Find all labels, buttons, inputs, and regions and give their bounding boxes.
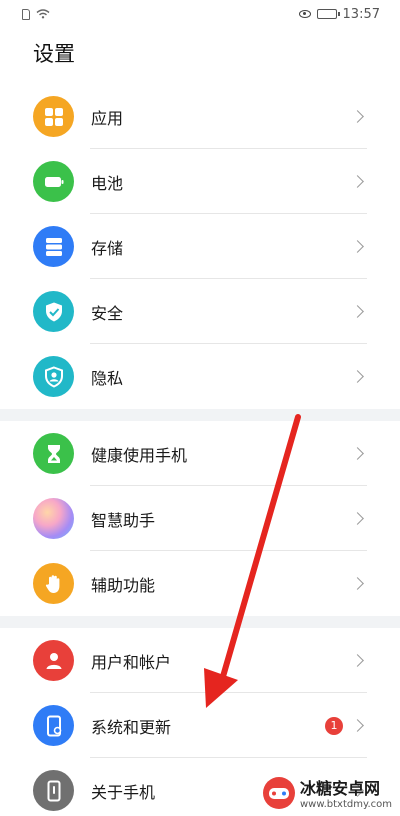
chevron-right-icon	[351, 512, 364, 525]
notification-badge: 1	[325, 716, 343, 735]
settings-item[interactable]: 隐私	[0, 344, 400, 409]
watermark-logo-icon	[262, 776, 295, 809]
battery-status-icon	[316, 9, 340, 19]
chevron-right-icon	[351, 240, 364, 253]
shield-check-icon	[33, 291, 74, 332]
chevron-right-icon	[351, 577, 364, 590]
status-time: 13:57	[342, 6, 380, 22]
assistant-orb-icon	[33, 498, 74, 539]
watermark: 冰糖安卓网 www.btxtdmy.com	[262, 775, 392, 810]
settings-item[interactable]: 系统和更新 1	[0, 693, 400, 758]
settings-item[interactable]: 电池	[0, 149, 400, 214]
privacy-icon	[33, 356, 74, 397]
status-bar: 13:57	[0, 0, 400, 28]
phone-info-icon	[33, 770, 74, 811]
chevron-right-icon	[351, 175, 364, 188]
watermark-brand: 冰糖安卓网	[299, 779, 380, 798]
settings-item-label: 健康使用手机	[91, 445, 188, 465]
settings-item[interactable]: 安全	[0, 279, 400, 344]
chevron-right-icon	[351, 110, 364, 123]
settings-group: 健康使用手机 智慧助手辅助功能	[0, 421, 400, 616]
settings-item-label: 电池	[91, 173, 124, 193]
wifi-icon	[36, 9, 50, 19]
settings-item[interactable]: 用户和帐户	[0, 628, 400, 693]
page-title: 设置	[33, 42, 75, 66]
settings-item-label: 用户和帐户	[91, 652, 172, 672]
settings-item-label: 智慧助手	[91, 510, 156, 530]
settings-list: 应用 电池 存储 安全 隐私 健康使用手机 智慧助手 辅助功能 用户和帐户 系统和更新 1 关于手机	[0, 84, 400, 816]
settings-item-label: 隐私	[91, 368, 124, 388]
hand-icon	[33, 563, 74, 604]
chevron-right-icon	[351, 447, 364, 460]
group-separator	[0, 616, 400, 628]
settings-item-label: 辅助功能	[91, 575, 156, 595]
chevron-right-icon	[351, 654, 364, 667]
settings-item[interactable]: 健康使用手机	[0, 421, 400, 486]
group-separator	[0, 409, 400, 421]
watermark-url: www.btxtdmy.com	[299, 799, 392, 810]
storage-icon	[33, 226, 74, 267]
user-icon	[33, 640, 74, 681]
settings-item-label: 安全	[91, 303, 124, 323]
settings-item-label: 存储	[91, 238, 124, 258]
hourglass-icon	[33, 433, 74, 474]
settings-item[interactable]: 辅助功能	[0, 551, 400, 616]
settings-item[interactable]: 应用	[0, 84, 400, 149]
settings-item-label: 应用	[91, 108, 124, 128]
settings-group: 应用电池存储安全隐私	[0, 84, 400, 409]
settings-item-label: 系统和更新	[91, 717, 172, 737]
grid-icon	[33, 96, 74, 137]
system-update-icon	[33, 705, 74, 746]
settings-item[interactable]: 存储	[0, 214, 400, 279]
sim-card-icon	[22, 8, 30, 20]
settings-item[interactable]: 智慧助手	[0, 486, 400, 551]
chevron-right-icon	[351, 370, 364, 383]
battery-icon	[33, 161, 74, 202]
eye-comfort-icon	[298, 10, 311, 18]
chevron-right-icon	[351, 719, 364, 732]
chevron-right-icon	[351, 305, 364, 318]
